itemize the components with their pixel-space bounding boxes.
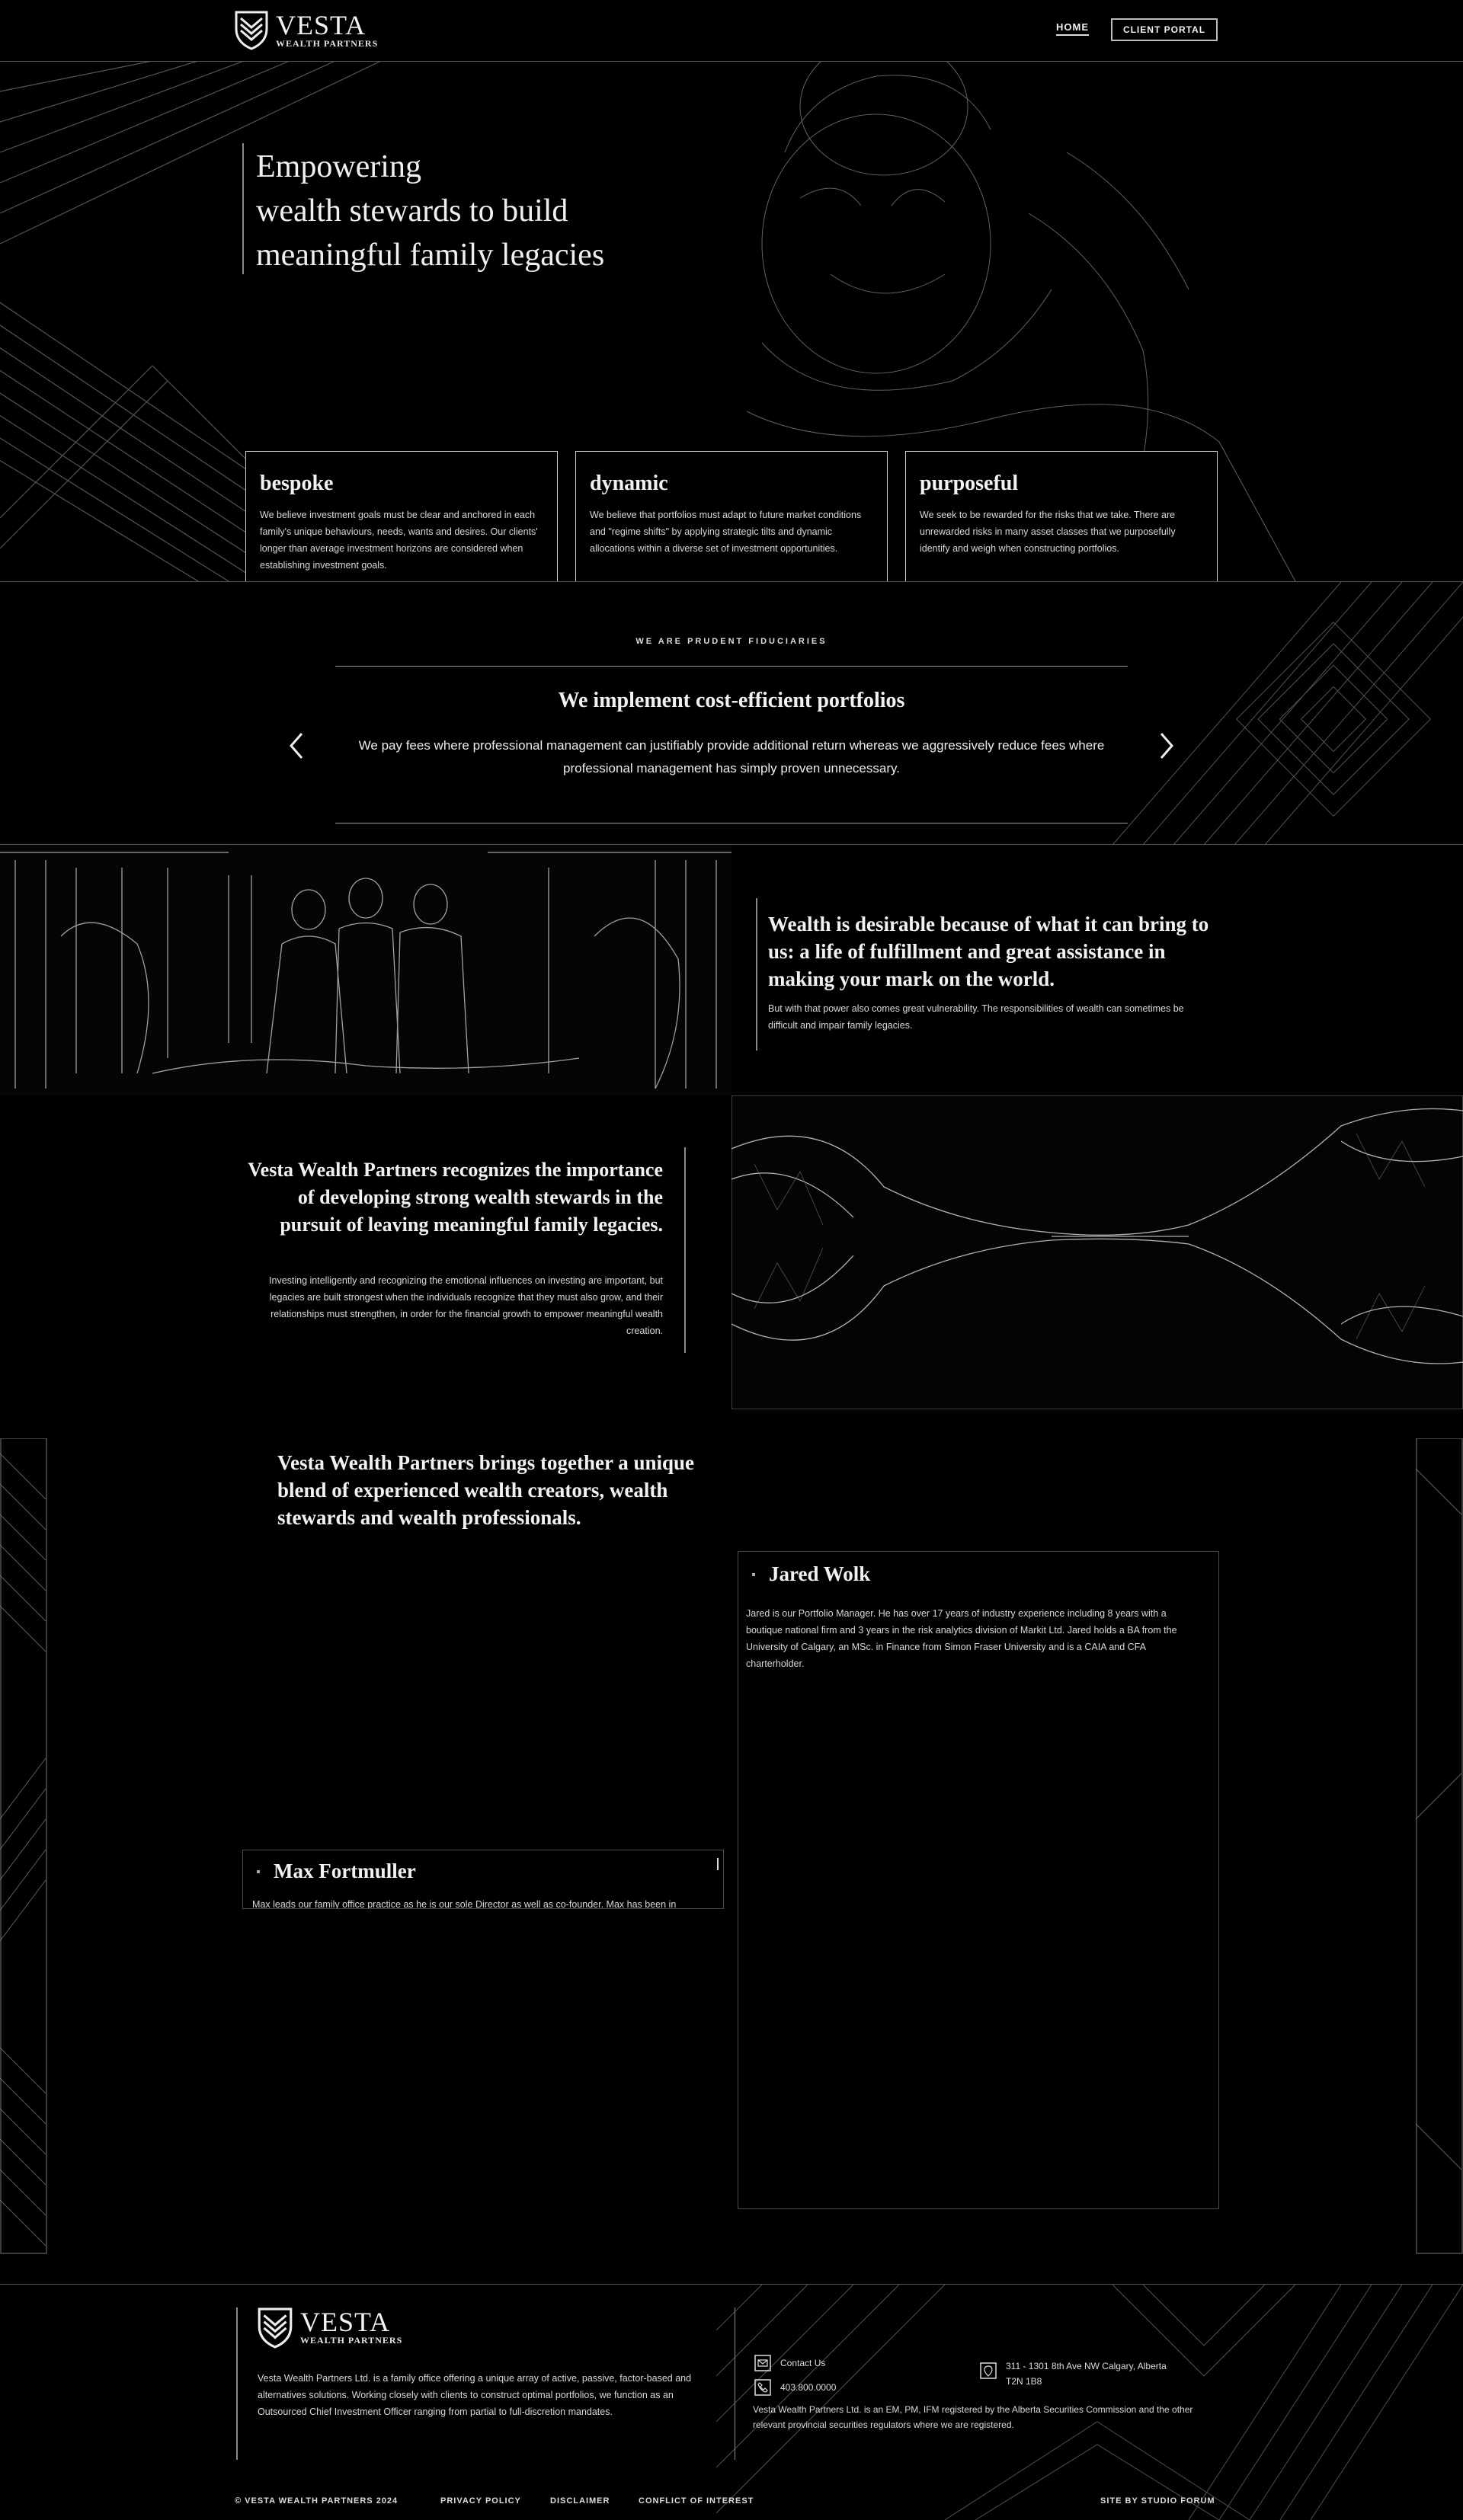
logo-wordmark: VESTA <box>276 10 367 40</box>
left-pattern-lines <box>0 1438 47 2254</box>
recognize-heading: Vesta Wealth Partners recognizes the imp… <box>248 1159 663 1236</box>
hero-section: Empowering wealth stewards to build mean… <box>0 61 1463 581</box>
card-accent-dot <box>752 1573 755 1576</box>
client-portal-button[interactable]: CLIENT PORTAL <box>1111 18 1218 41</box>
logo-wordmark: VESTA <box>300 2307 391 2337</box>
card-title: purposeful <box>920 472 1019 495</box>
divider <box>335 666 1128 667</box>
member-bio: Max leads our family office practice as … <box>252 1899 677 1909</box>
value-card-purposeful: purposeful We seek to be rewarded for th… <box>905 451 1218 581</box>
phone-number[interactable]: 403.800.0000 <box>780 2382 836 2393</box>
hero-title: Empowering wealth stewards to build mean… <box>256 145 604 277</box>
recognize-text: Investing intelligently and recognizing … <box>269 1275 663 1336</box>
team-card-max[interactable]: Max Fortmuller Max leads our family offi… <box>242 1850 724 1909</box>
mail-icon <box>754 2355 771 2371</box>
contact-link[interactable]: Contact Us <box>780 2358 825 2368</box>
privacy-policy-link[interactable]: PRIVACY POLICY <box>440 2496 521 2506</box>
shield-logo-icon <box>258 2307 293 2349</box>
conflict-of-interest-link[interactable]: CONFLICT OF INTEREST <box>639 2496 754 2506</box>
disclaimer-link[interactable]: DISCLAIMER <box>550 2496 610 2506</box>
scroll-marker <box>717 1858 719 1870</box>
fiduciary-pattern-lines <box>1112 582 1463 845</box>
recognize-section: Vesta Wealth Partners recognizes the imp… <box>0 1095 1463 1439</box>
site-credit-link[interactable]: SITE BY STUDIO FORUM <box>1100 2496 1215 2506</box>
footer-logo[interactable]: VESTA WEALTH PARTNERS <box>258 2306 418 2352</box>
hero-accent-bar <box>242 143 244 274</box>
right-pattern-lines <box>1416 1438 1463 2254</box>
site-footer: VESTA WEALTH PARTNERS Vesta Wealth Partn… <box>0 2284 1463 2520</box>
chevron-left-icon[interactable] <box>287 731 305 761</box>
card-title: bespoke <box>260 472 334 495</box>
location-icon <box>980 2362 997 2379</box>
card-title: dynamic <box>590 472 668 495</box>
card-text: We believe investment goals must be clea… <box>260 510 538 571</box>
wealth-text: But with that power also comes great vul… <box>768 1003 1184 1031</box>
card-accent-dot <box>257 1870 260 1873</box>
hero-title-line: wealth stewards to build <box>256 193 568 229</box>
slide-text: We pay fees where professional managemen… <box>358 738 1105 776</box>
nav-home-link[interactable]: HOME <box>1056 21 1089 36</box>
slide-heading: We implement cost-efficient portfolios <box>558 689 905 712</box>
logo-subtitle: WEALTH PARTNERS <box>300 2335 403 2346</box>
copyright: © VESTA WEALTH PARTNERS 2024 <box>235 2496 399 2506</box>
value-card-bespoke: bespoke We believe investment goals must… <box>245 451 558 581</box>
value-card-dynamic: dynamic We believe that portfolios must … <box>575 451 888 581</box>
member-name: Jared Wolk <box>769 1562 871 1585</box>
fiduciary-section: WE ARE PRUDENT FIDUCIARIES We implement … <box>0 581 1463 845</box>
accent-bar <box>684 1147 686 1353</box>
team-section: Vesta Wealth Partners brings together a … <box>0 1438 1463 2261</box>
logo[interactable]: VESTA WEALTH PARTNERS <box>235 9 387 52</box>
team-card-jared[interactable]: Jared Wolk Jared is our Portfolio Manage… <box>738 1551 1219 2209</box>
regulatory-disclosure: Vesta Wealth Partners Ltd. is an EM, PM,… <box>753 2404 1193 2430</box>
hero-title-line: Empowering <box>256 149 421 184</box>
fiduciary-tag: WE ARE PRUDENT FIDUCIARIES <box>635 637 828 646</box>
accent-bar <box>756 898 757 1051</box>
card-text: We seek to be rewarded for the risks tha… <box>920 510 1176 554</box>
stable-photo <box>0 845 732 1096</box>
wealth-heading: Wealth is desirable because of what it c… <box>768 913 1209 990</box>
address-line: T2N 1B8 <box>1006 2376 1042 2387</box>
wealth-section: Wealth is desirable because of what it c… <box>0 844 1463 1097</box>
card-text: We believe that portfolios must adapt to… <box>590 510 862 554</box>
chevron-right-icon[interactable] <box>1158 731 1176 761</box>
site-header: VESTA WEALTH PARTNERS HOME CLIENT PORTAL <box>0 0 1463 62</box>
member-name: Max Fortmuller <box>274 1860 416 1882</box>
phone-icon <box>754 2379 771 2396</box>
logo-subtitle: WEALTH PARTNERS <box>276 38 379 49</box>
lake-photo <box>732 1095 1463 1409</box>
shield-logo-icon <box>235 11 268 50</box>
accent-bar <box>236 2307 238 2460</box>
team-heading: Vesta Wealth Partners brings together a … <box>277 1451 695 1529</box>
member-bio: Jared is our Portfolio Manager. He has o… <box>746 1608 1177 1669</box>
footer-about-text: Vesta Wealth Partners Ltd. is a family o… <box>258 2373 692 2417</box>
address-line: 311 - 1301 8th Ave NW Calgary, Alberta <box>1006 2361 1167 2371</box>
hero-title-line: meaningful family legacies <box>256 238 605 273</box>
